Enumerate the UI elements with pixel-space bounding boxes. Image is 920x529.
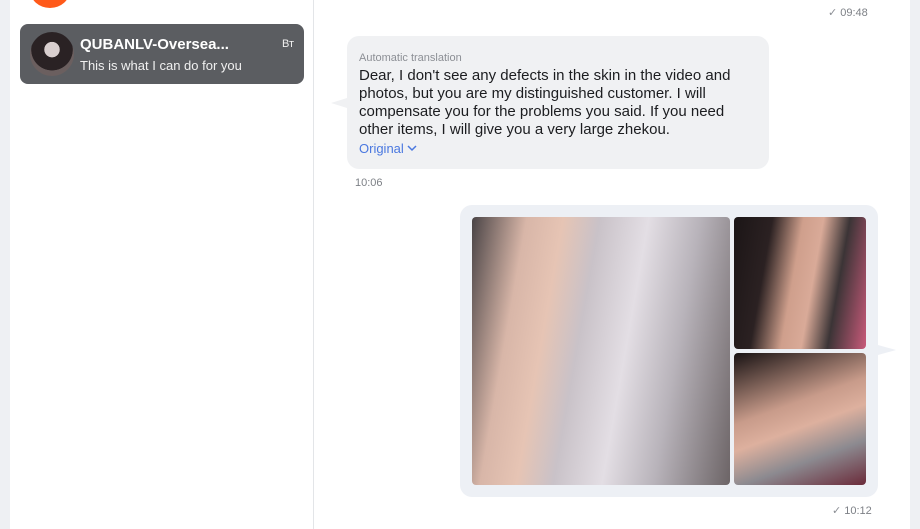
bubble-tail [331,98,347,108]
original-link-label: Original [359,141,404,156]
message-time-top: ✓ 09:48 [828,6,868,20]
chat-name: QUBANLV-Oversea... [80,35,229,53]
photo-thumbnail-2[interactable] [734,217,866,349]
chat-preview: This is what I can do for you [80,57,242,73]
bubble-tail [878,345,896,355]
photo-thumbnail-1[interactable] [472,217,730,485]
check-icon: ✓ [828,7,838,19]
chat-item-header: QUBANLV-Oversea... Вт [80,36,294,53]
avatar [30,32,74,76]
time-label: 10:12 [844,504,872,517]
check-icon: ✓ [832,505,842,517]
window-edge [910,0,920,529]
photo-thumbnail-3[interactable] [734,353,866,485]
chat-list-item-active[interactable]: QUBANLV-Oversea... Вт This is what I can… [20,24,304,84]
chat-day: Вт [281,38,294,50]
chevron-down-icon [407,145,417,152]
incoming-message-time: 10:06 [355,177,383,189]
time-label: 09:48 [840,6,868,19]
show-original-link[interactable]: Original [359,141,417,156]
auto-translation-label: Automatic translation [359,52,462,64]
incoming-message-bubble[interactable]: Automatic translation Dear, I don't see … [331,36,769,169]
time-label: 10:06 [355,177,383,189]
messenger-app: QUBANLV-Oversea... Вт This is what I can… [0,0,920,529]
outgoing-message-time: ✓ 10:12 [832,504,872,518]
message-text: Dear, I don't see any defects in the ski… [359,67,731,138]
chat-item-text: QUBANLV-Oversea... Вт This is what I can… [80,36,294,73]
